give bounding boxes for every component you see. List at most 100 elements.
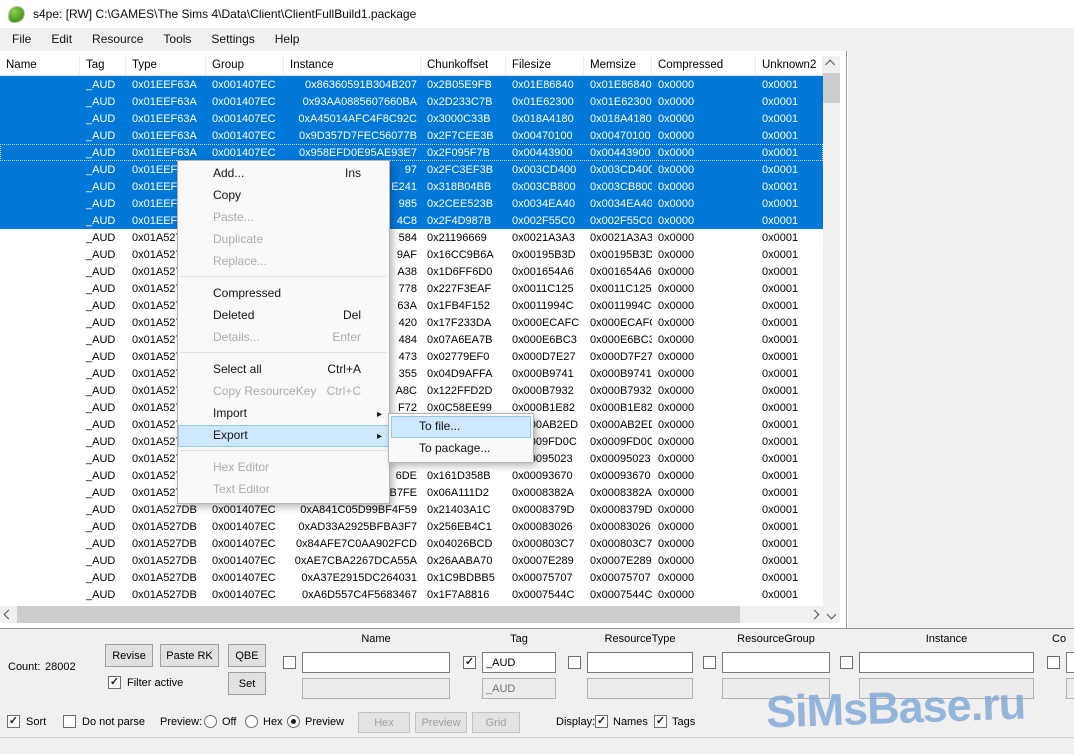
- set-button[interactable]: Set: [228, 672, 266, 695]
- horizontal-scroll-thumb[interactable]: [17, 606, 740, 623]
- context-menu-item[interactable]: Replace...: [178, 251, 389, 273]
- compressed-filter-checkbox[interactable]: [1047, 656, 1060, 669]
- menu-bar-item[interactable]: Tools: [153, 29, 201, 50]
- grid-button[interactable]: Grid: [472, 712, 520, 733]
- table-row[interactable]: _AUD 0x01EEF63A 0x001407EC 97 0x2FC3EF3B…: [0, 161, 823, 178]
- resourcetype-filter-checkbox[interactable]: [568, 656, 581, 669]
- context-menu-item[interactable]: Copy ResourceKey Ctrl+C: [178, 381, 389, 403]
- cell-memsize: 0x000ECAFC: [584, 314, 652, 331]
- instance-filter-checkbox[interactable]: [840, 656, 853, 669]
- context-menu-item[interactable]: Deleted Del: [178, 305, 389, 327]
- compressed-filter-input[interactable]: [1066, 652, 1074, 673]
- context-menu-item[interactable]: Details... Enter: [178, 327, 389, 349]
- table-row[interactable]: _AUD 0x01A527DB 0x001407EC 0xA841C05D99B…: [0, 501, 823, 518]
- resourcegroup-filter-input[interactable]: [722, 652, 830, 673]
- submenu-item[interactable]: To file...: [391, 416, 531, 438]
- instance-filter-input[interactable]: [859, 652, 1034, 673]
- table-row[interactable]: _AUD 0x01EEF63A 0x001407EC 985 0x2CEE523…: [0, 195, 823, 212]
- filter-active-checkbox[interactable]: [108, 676, 121, 689]
- menu-bar-item[interactable]: Help: [265, 29, 310, 50]
- display-names-checkbox[interactable]: [595, 715, 608, 728]
- sort-checkbox[interactable]: [7, 715, 20, 728]
- context-menu-item[interactable]: Hex Editor: [178, 457, 389, 479]
- column-header[interactable]: Instance: [284, 56, 421, 76]
- menu-item-shortcut: Ctrl+A: [327, 359, 361, 380]
- column-header[interactable]: Filesize: [506, 56, 584, 76]
- submenu-item[interactable]: To package...: [391, 438, 531, 460]
- resourcegroup-filter-checkbox[interactable]: [703, 656, 716, 669]
- scroll-left-button[interactable]: [0, 606, 17, 623]
- scroll-up-button[interactable]: [823, 56, 840, 73]
- table-row[interactable]: _AUD 0x01A527DB 0x001407EC 0xAE7CBA2267D…: [0, 552, 823, 569]
- table-row[interactable]: _AUD 0x01A527DB 0x001407EC A38 0x1D6FF6D…: [0, 263, 823, 280]
- column-header[interactable]: Compressed: [652, 56, 756, 76]
- revise-button[interactable]: Revise: [105, 644, 153, 667]
- display-tags-checkbox[interactable]: [654, 715, 667, 728]
- menu-item-label: Hex Editor: [213, 460, 269, 474]
- tag-filter-checkbox[interactable]: [463, 656, 476, 669]
- table-row[interactable]: _AUD 0x01EEF63A 0x001407EC 0x86360591B30…: [0, 76, 823, 93]
- context-menu-item[interactable]: Duplicate: [178, 229, 389, 251]
- table-row[interactable]: _AUD 0x01A527DB 0x001407EC 0xA6D557C4F56…: [0, 586, 823, 603]
- menu-bar-item[interactable]: File: [2, 29, 41, 50]
- column-header[interactable]: Group: [206, 56, 284, 76]
- hex-button[interactable]: Hex: [358, 712, 410, 733]
- table-row[interactable]: _AUD 0x01EEF63A 0x001407EC 0x9D357D7FEC5…: [0, 127, 823, 144]
- table-row[interactable]: _AUD 0x01A527DB 0x001407EC 0x87B2F830571…: [0, 484, 823, 501]
- qbe-button[interactable]: QBE: [228, 644, 266, 667]
- table-row[interactable]: _AUD 0x01A527DB 0x001407EC 63A 0x1FB4F15…: [0, 297, 823, 314]
- context-menu-item[interactable]: Add... Ins: [178, 163, 389, 185]
- preview-button[interactable]: Preview: [415, 712, 467, 733]
- menu-bar-item[interactable]: Edit: [41, 29, 82, 50]
- context-menu-item[interactable]: [178, 450, 389, 457]
- table-row[interactable]: _AUD 0x01A527DB 0x001407EC 9AF 0x16CC9B6…: [0, 246, 823, 263]
- table-row[interactable]: _AUD 0x01EEF63A 0x001407EC 0x958EFD0E95A…: [0, 144, 823, 161]
- table-row[interactable]: _AUD 0x01A527DB 0x001407EC 6DE 0x161D358…: [0, 467, 823, 484]
- paste-rk-button[interactable]: Paste RK: [160, 644, 219, 667]
- name-filter-input[interactable]: [302, 652, 450, 673]
- table-row[interactable]: _AUD 0x01A527DB 0x001407EC 473 0x02779EF…: [0, 348, 823, 365]
- menu-bar-item[interactable]: Settings: [201, 29, 264, 50]
- table-row[interactable]: _AUD 0x01A527DB 0x001407EC 0xAD33A2925BF…: [0, 518, 823, 535]
- table-row[interactable]: _AUD 0x01A527DB 0x001407EC 484 0x07A6EA7…: [0, 331, 823, 348]
- context-menu-item[interactable]: Copy: [178, 185, 389, 207]
- horizontal-scrollbar[interactable]: [0, 606, 823, 623]
- context-menu-item[interactable]: Import ▸: [178, 403, 389, 425]
- preview-hex-radio[interactable]: [245, 715, 258, 728]
- preview-preview-radio[interactable]: [287, 715, 300, 728]
- table-row[interactable]: _AUD 0x01A527DB 0x001407EC 0xA37E2915DC2…: [0, 569, 823, 586]
- table-row[interactable]: _AUD 0x01EEF63A 0x001407EC 0xA45014AFC4F…: [0, 110, 823, 127]
- context-menu-item[interactable]: Select all Ctrl+A: [178, 359, 389, 381]
- name-filter-checkbox[interactable]: [283, 656, 296, 669]
- vertical-scrollbar[interactable]: [823, 56, 840, 623]
- table-row[interactable]: _AUD 0x01EEF63A 0x001407EC E241 0x318B04…: [0, 178, 823, 195]
- scroll-right-button[interactable]: [806, 606, 823, 623]
- table-row[interactable]: _AUD 0x01A527DB 0x001407EC 584 0x2119666…: [0, 229, 823, 246]
- table-row[interactable]: _AUD 0x01A527DB 0x001407EC A8C 0x122FFD2…: [0, 382, 823, 399]
- do-not-parse-checkbox[interactable]: [63, 715, 76, 728]
- context-menu-item[interactable]: Paste...: [178, 207, 389, 229]
- context-menu-item[interactable]: Compressed: [178, 283, 389, 305]
- menu-bar-item[interactable]: Resource: [82, 29, 153, 50]
- table-row[interactable]: _AUD 0x01EEF63A 0x001407EC 4C8 0x2F4D987…: [0, 212, 823, 229]
- scroll-down-button[interactable]: [823, 606, 840, 623]
- column-header[interactable]: Unknown2: [756, 56, 823, 76]
- context-menu-item[interactable]: Export ▸: [178, 425, 389, 447]
- vertical-scroll-thumb[interactable]: [823, 73, 840, 103]
- column-header[interactable]: Memsize: [584, 56, 652, 76]
- column-header[interactable]: Name: [0, 56, 80, 76]
- column-header[interactable]: Tag: [80, 56, 126, 76]
- table-row[interactable]: _AUD 0x01A527DB 0x001407EC 0x84AFE7C0AA9…: [0, 535, 823, 552]
- context-menu-item[interactable]: [178, 276, 389, 283]
- preview-off-radio[interactable]: [204, 715, 217, 728]
- resourcetype-filter-input[interactable]: [587, 652, 693, 673]
- column-header[interactable]: Chunkoffset: [421, 56, 506, 76]
- table-row[interactable]: _AUD 0x01EEF63A 0x001407EC 0x93AA0885607…: [0, 93, 823, 110]
- column-header[interactable]: Type: [126, 56, 206, 76]
- context-menu-item[interactable]: [178, 352, 389, 359]
- table-row[interactable]: _AUD 0x01A527DB 0x001407EC 778 0x227F3EA…: [0, 280, 823, 297]
- context-menu-item[interactable]: Text Editor: [178, 479, 389, 501]
- tag-filter-input[interactable]: [482, 652, 556, 673]
- table-row[interactable]: _AUD 0x01A527DB 0x001407EC 355 0x04D9AFF…: [0, 365, 823, 382]
- table-row[interactable]: _AUD 0x01A527DB 0x001407EC 420 0x17F233D…: [0, 314, 823, 331]
